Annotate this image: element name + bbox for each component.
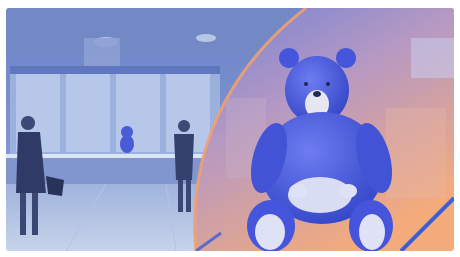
scene-illustration (6, 8, 454, 251)
hero-image (6, 8, 454, 251)
